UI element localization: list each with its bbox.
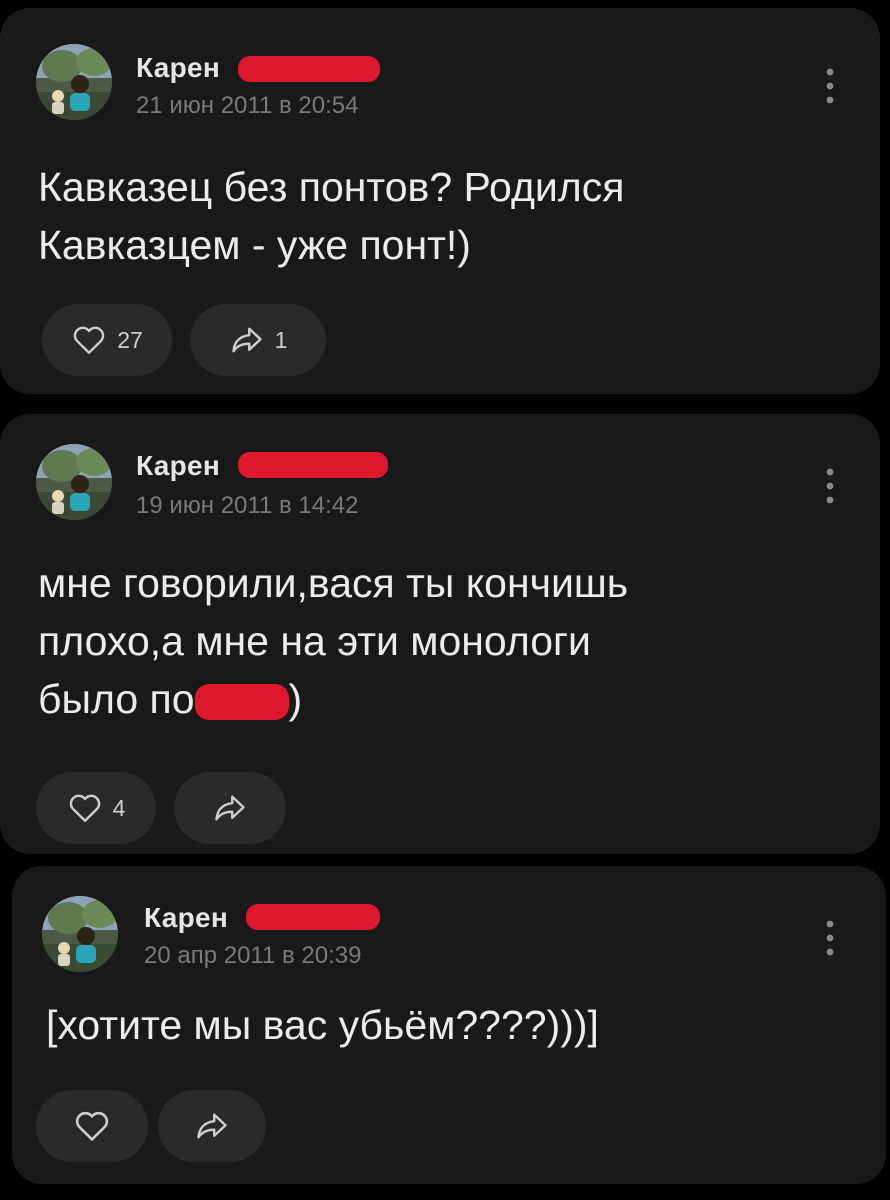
post-date[interactable]: 21 июн 2011 в 20:54 — [136, 92, 358, 120]
like-button[interactable]: 27 — [42, 304, 172, 376]
post-card: Карен 19 июн 2011 в 14:42 мне говорили,в… — [0, 414, 880, 854]
avatar[interactable] — [36, 444, 112, 520]
post-text: мне говорили,вася ты кончишь плохо,а мне… — [38, 554, 628, 728]
redaction-mark — [246, 904, 380, 930]
post-text-fragment: ) — [288, 676, 303, 722]
author-name[interactable]: Карен — [144, 902, 228, 934]
post-text-line: мне говорили,вася ты кончишь — [38, 560, 629, 606]
redaction-mark — [238, 452, 388, 478]
more-vertical-icon[interactable] — [824, 466, 836, 506]
heart-icon — [67, 790, 103, 826]
like-button[interactable] — [36, 1090, 148, 1162]
post-text: Кавказец без понтов? Родился Кавказцем -… — [38, 164, 625, 268]
heart-icon — [71, 322, 107, 358]
share-arrow-icon — [194, 1108, 230, 1144]
post-text-line: плохо,а мне на эти монологи — [38, 618, 591, 664]
post-text-fragment: было по — [38, 676, 195, 722]
post-text-line: было по) — [38, 670, 628, 728]
heart-icon — [73, 1107, 111, 1145]
author-name[interactable]: Карен — [136, 450, 220, 482]
redaction-mark — [238, 56, 380, 82]
like-count: 4 — [112, 794, 126, 821]
share-button[interactable]: 1 — [190, 304, 326, 376]
more-vertical-icon[interactable] — [824, 918, 836, 958]
post-card: Карен 21 июн 2011 в 20:54 Кавказец без п… — [0, 8, 880, 394]
more-vertical-icon[interactable] — [824, 66, 836, 106]
share-count: 1 — [274, 326, 288, 353]
author-name[interactable]: Карен — [136, 52, 220, 84]
post-date[interactable]: 20 апр 2011 в 20:39 — [144, 942, 361, 970]
share-button[interactable] — [174, 772, 286, 844]
avatar[interactable] — [36, 44, 112, 120]
post-card: Карен 20 апр 2011 в 20:39 [хотите мы вас… — [12, 866, 886, 1184]
share-arrow-icon — [229, 322, 265, 358]
share-arrow-icon — [212, 790, 248, 826]
like-count: 27 — [117, 326, 143, 353]
post-date[interactable]: 19 июн 2011 в 14:42 — [136, 492, 358, 520]
avatar[interactable] — [42, 896, 118, 972]
share-button[interactable] — [158, 1090, 266, 1162]
redaction-mark — [194, 684, 289, 721]
post-text: [хотите мы вас убьём????)))] — [46, 1002, 599, 1048]
like-button[interactable]: 4 — [36, 772, 156, 844]
